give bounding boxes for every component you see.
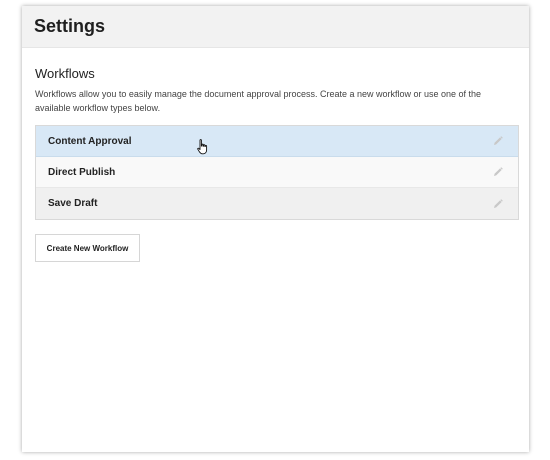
- workflow-label: Direct Publish: [48, 166, 116, 178]
- workflow-row-direct-publish[interactable]: Direct Publish: [36, 157, 518, 188]
- workflows-section: Workflows Workflows allow you to easily …: [22, 48, 529, 262]
- pencil-icon[interactable]: [493, 136, 503, 146]
- settings-panel: Settings Workflows Workflows allow you t…: [22, 6, 529, 452]
- section-description: Workflows allow you to easily manage the…: [35, 89, 482, 113]
- pencil-icon[interactable]: [493, 167, 503, 177]
- page-title: Settings: [34, 16, 106, 36]
- section-title: Workflows: [35, 66, 95, 81]
- pencil-icon[interactable]: [493, 198, 503, 209]
- workflow-label: Content Approval: [48, 135, 132, 147]
- workflow-row-content-approval[interactable]: Content Approval: [36, 126, 518, 157]
- hand-cursor-icon: [197, 139, 209, 160]
- workflow-label: Save Draft: [48, 198, 98, 209]
- workflow-row-save-draft[interactable]: Save Draft: [36, 188, 518, 219]
- workflow-list: Content Approval Direct Publish Save Dra…: [35, 125, 519, 220]
- panel-header: Settings: [22, 6, 529, 48]
- create-new-workflow-button[interactable]: Create New Workflow: [35, 234, 140, 262]
